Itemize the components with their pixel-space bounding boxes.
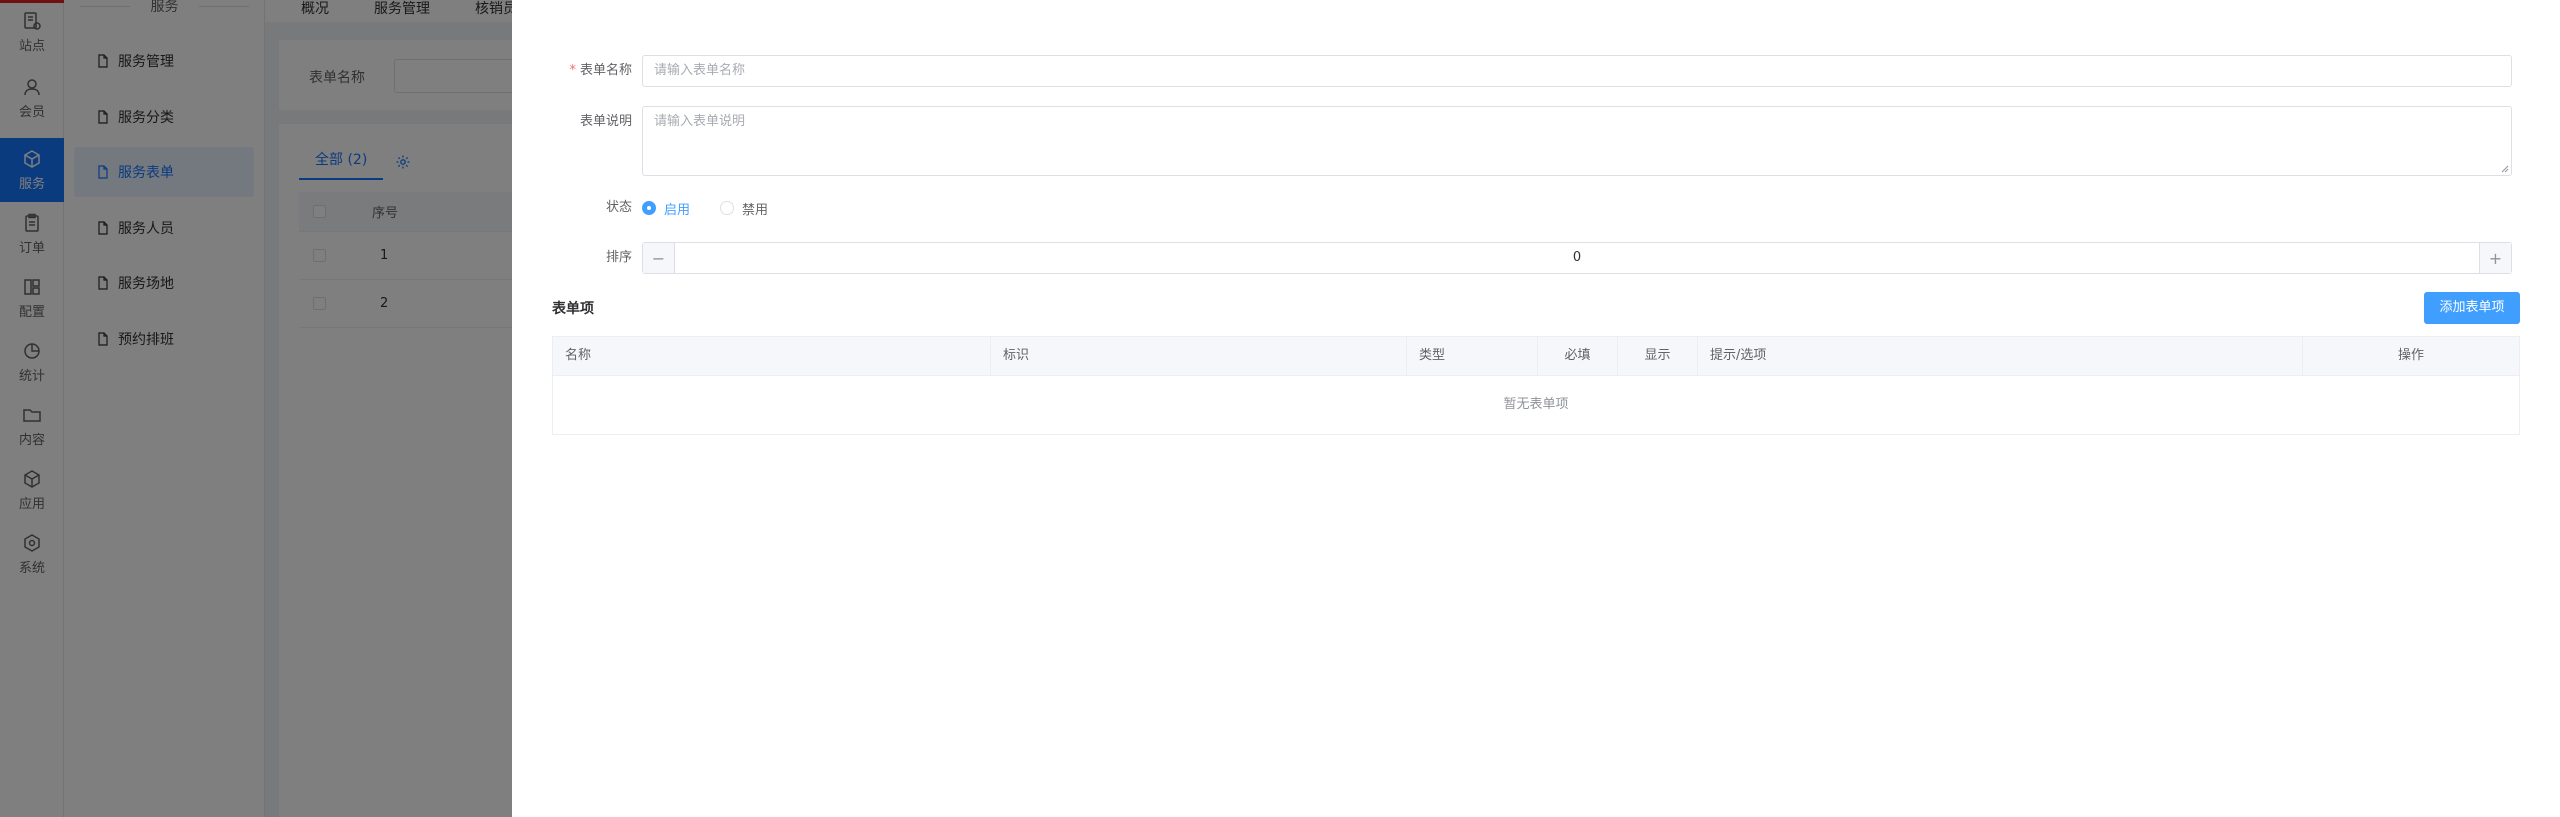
col-key: 标识 <box>991 337 1407 375</box>
resize-handle-icon[interactable] <box>2501 165 2509 173</box>
form-items-table: 名称 标识 类型 必填 显示 提示/选项 操作 暂无表单项 <box>552 336 2520 435</box>
col-required: 必填 <box>1538 337 1618 375</box>
col-type: 类型 <box>1407 337 1538 375</box>
form-name-input[interactable]: 请输入表单名称 <box>642 55 2512 87</box>
name-label: * 表单名称 <box>569 63 632 78</box>
sort-value-input[interactable]: 0 <box>675 243 2479 273</box>
form-row-status: 状态 启用 禁用 <box>512 192 798 224</box>
increment-button[interactable]: + <box>2479 243 2511 273</box>
sort-label: 排序 <box>605 250 632 265</box>
required-mark: * <box>569 63 576 78</box>
form-row-name: * 表单名称 请输入表单名称 <box>512 55 2512 87</box>
col-hint-options: 提示/选项 <box>1698 337 2303 375</box>
form-items-header: 名称 标识 类型 必填 显示 提示/选项 操作 <box>553 337 2519 376</box>
status-disable-label: 禁用 <box>742 202 769 218</box>
form-items-title: 表单项 <box>552 301 594 317</box>
col-name: 名称 <box>553 337 991 375</box>
radio-dot <box>642 201 656 215</box>
radio-dot <box>720 201 735 215</box>
decrement-button[interactable]: − <box>643 243 675 273</box>
form-drawer: * 表单名称 请输入表单名称 表单说明 请输入表单说明 状态 启用 禁用 排序 −… <box>512 0 2560 817</box>
form-row-sort: 排序 − 0 + <box>512 242 2512 274</box>
status-radio-group: 启用 禁用 <box>642 192 798 224</box>
description-placeholder: 请输入表单说明 <box>654 114 746 129</box>
col-visible: 显示 <box>1618 337 1698 375</box>
form-row-description: 表单说明 请输入表单说明 <box>512 106 2512 176</box>
status-disable-radio[interactable]: 禁用 <box>720 199 768 218</box>
status-enable-label: 启用 <box>664 202 691 218</box>
status-enable-radio[interactable]: 启用 <box>642 199 690 218</box>
sort-stepper: − 0 + <box>642 242 2512 274</box>
empty-state: 暂无表单项 <box>1503 397 1569 412</box>
status-label: 状态 <box>605 200 632 215</box>
description-label: 表单说明 <box>579 114 632 129</box>
form-description-textarea[interactable]: 请输入表单说明 <box>642 106 2512 176</box>
add-form-item-button[interactable]: 添加表单项 <box>2424 292 2520 324</box>
col-actions: 操作 <box>2397 348 2424 363</box>
